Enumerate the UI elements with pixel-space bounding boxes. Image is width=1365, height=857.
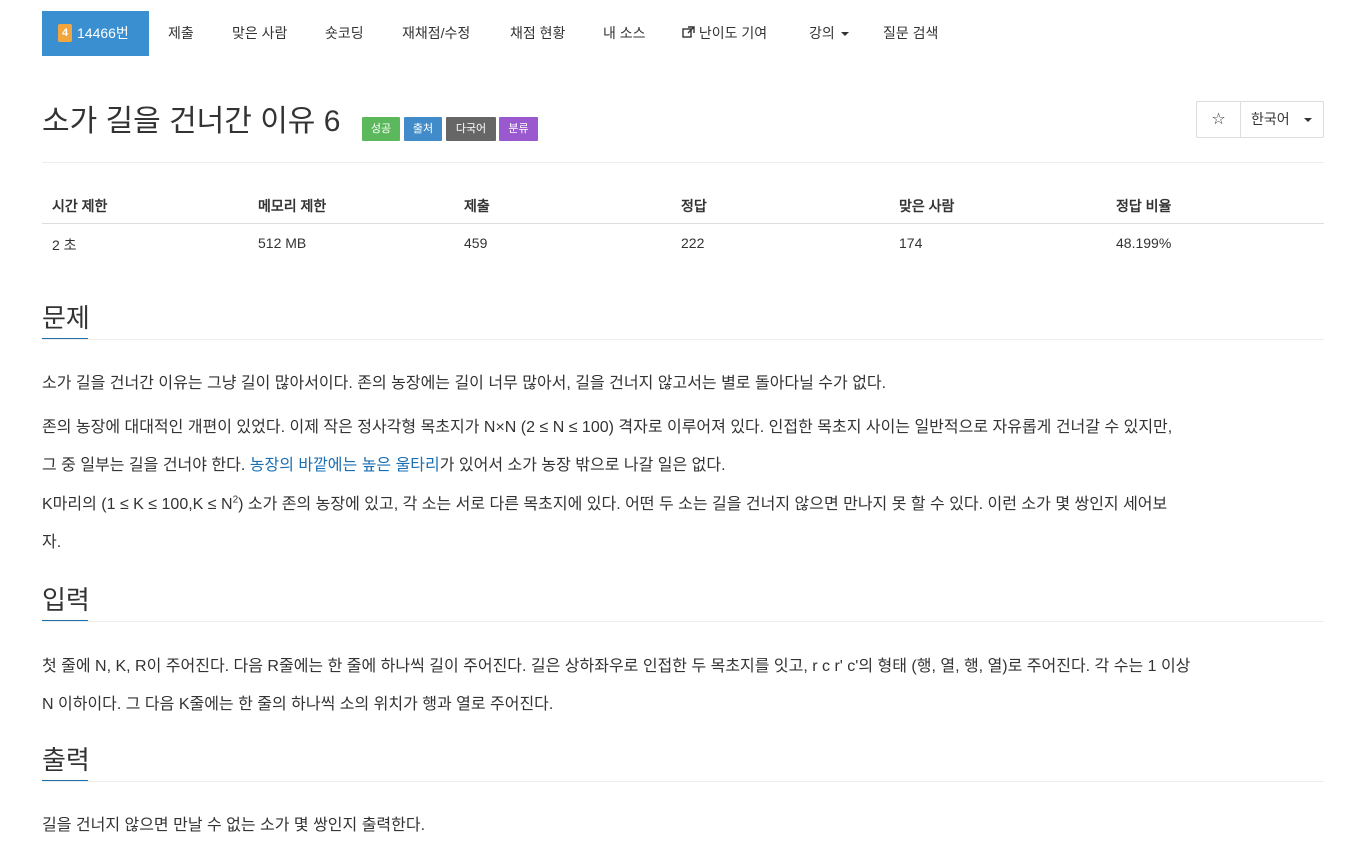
problem-text-line: 그 중 일부는 길을 건너야 한다. 농장의 바깥에는 높은 울타리가 있어서 … <box>42 447 1326 485</box>
language-select[interactable]: 한국어 <box>1241 102 1324 137</box>
star-icon: ☆ <box>1211 111 1226 128</box>
input-heading: 입력 <box>42 585 90 615</box>
badge-success[interactable]: 성공 <box>362 117 400 141</box>
problem-text: 그 중 일부는 길을 건너야 한다. <box>42 457 250 474</box>
nav-short-coding[interactable]: 숏코딩 <box>325 11 364 55</box>
caret-down-icon <box>1304 118 1312 122</box>
nav-status[interactable]: 채점 현황 <box>510 11 565 55</box>
stats-value: 222 <box>681 235 705 251</box>
stats-header: 메모리 제한 <box>258 198 327 214</box>
stats-value: 512 MB <box>258 235 307 251</box>
nav-lecture-dropdown[interactable]: 강의 <box>809 11 849 55</box>
problem-text: 소가 길을 건너간 이유는 그냥 길이 많아서이다. 존의 농장에는 길이 너무… <box>42 375 887 392</box>
nav-difficulty-label: 난이도 기여 <box>698 25 768 41</box>
problem-text-line: K마리의 (1 ≤ K ≤ 100,K ≤ N2) 소가 존의 농장에 있고, … <box>42 486 1326 524</box>
badge-multilingual[interactable]: 다국어 <box>446 117 496 141</box>
input-divider <box>42 621 1324 622</box>
fence-link[interactable]: 농장의 바깥에는 높은 울타리 <box>250 457 440 474</box>
title-divider <box>42 162 1324 163</box>
stats-header-divider <box>42 223 1324 224</box>
output-heading: 출력 <box>42 745 90 775</box>
problem-paragraph-2: 존의 농장에 대대적인 개편이 있었다. 이제 작은 정사각형 목초지가 N×N… <box>42 409 1326 485</box>
input-text: 첫 줄에 N, K, R이 주어진다. 다음 R줄에는 한 줄에 하나씩 길이 … <box>42 658 1191 675</box>
input-text: N 이하이다. 그 다음 K줄에는 한 줄의 하나씩 소의 위치가 행과 열로 … <box>42 696 554 713</box>
caret-down-icon <box>840 32 849 36</box>
nav-question-search[interactable]: 질문 검색 <box>883 11 938 55</box>
title-button-group: ☆ 한국어 <box>1196 101 1324 138</box>
nav-difficulty-contribute[interactable]: 난이도 기여 <box>682 11 767 55</box>
stats-value: 174 <box>899 235 923 251</box>
nav-submit[interactable]: 제출 <box>168 11 194 55</box>
stats-value: 459 <box>464 235 488 251</box>
stats-header: 정답 <box>681 198 707 214</box>
problem-divider <box>42 339 1324 340</box>
tier-badge: 4 <box>58 24 72 42</box>
top-nav: 4 14466번 제출 맞은 사람 숏코딩 재채점/수정 채점 현황 내 소스 … <box>0 0 1365 56</box>
stats-header: 맞은 사람 <box>899 198 955 214</box>
nav-problem-label: 14466번 <box>77 25 129 41</box>
problem-text: 자. <box>42 534 62 551</box>
output-divider <box>42 781 1324 782</box>
stats-header: 제출 <box>464 198 490 214</box>
language-label: 한국어 <box>1251 111 1290 127</box>
favorite-star-button[interactable]: ☆ <box>1197 102 1241 137</box>
problem-text: 가 있어서 소가 농장 밖으로 나갈 일은 없다. <box>439 457 726 474</box>
input-paragraph: 첫 줄에 N, K, R이 주어진다. 다음 R줄에는 한 줄에 하나씩 길이 … <box>42 648 1326 724</box>
stats-value: 2 초 <box>52 237 77 253</box>
stats-value: 48.199% <box>1116 235 1172 251</box>
badge-source[interactable]: 출처 <box>404 117 442 141</box>
badge-category[interactable]: 분류 <box>499 117 538 141</box>
nav-solved-users[interactable]: 맞은 사람 <box>232 11 287 55</box>
problem-heading: 문제 <box>42 303 90 333</box>
problem-text: K마리의 (1 ≤ K ≤ 100,K ≤ N <box>42 496 233 513</box>
nav-lecture-label: 강의 <box>809 25 835 41</box>
problem-paragraph-1: 소가 길을 건너간 이유는 그냥 길이 많아서이다. 존의 농장에는 길이 너무… <box>42 365 1326 403</box>
output-text: 길을 건너지 않으면 만날 수 없는 소가 몇 쌍인지 출력한다. <box>42 817 426 834</box>
nav-rejudge[interactable]: 재채점/수정 <box>402 11 470 55</box>
problem-text: 존의 농장에 대대적인 개편이 있었다. 이제 작은 정사각형 목초지가 N×N… <box>42 419 1173 436</box>
problem-paragraph-3: K마리의 (1 ≤ K ≤ 100,K ≤ N2) 소가 존의 농장에 있고, … <box>42 486 1326 562</box>
external-link-icon <box>682 26 695 38</box>
stats-header: 정답 비율 <box>1116 198 1172 214</box>
stats-header: 시간 제한 <box>52 198 108 214</box>
nav-my-source[interactable]: 내 소스 <box>603 11 646 55</box>
nav-problem-number[interactable]: 4 14466번 <box>42 11 149 56</box>
problem-text: ) 소가 존의 농장에 있고, 각 소는 서로 다른 목초지에 있다. 어떤 두… <box>238 496 1168 513</box>
page-title: 소가 길을 건너간 이유 6 <box>42 105 341 138</box>
output-paragraph: 길을 건너지 않으면 만날 수 없는 소가 몇 쌍인지 출력한다. <box>42 807 1326 845</box>
